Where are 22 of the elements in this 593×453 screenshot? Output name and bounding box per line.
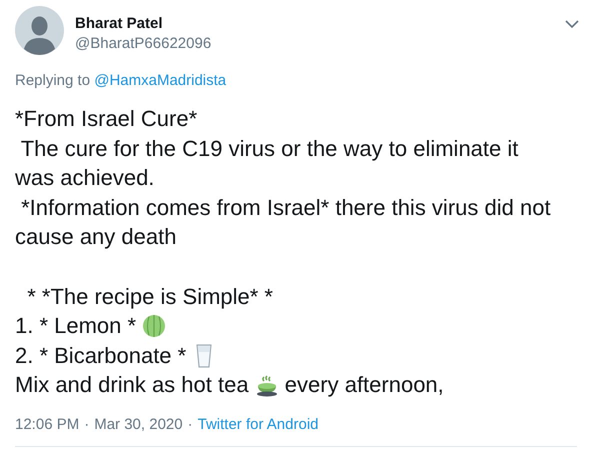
tweet-date[interactable]: Mar 30, 2020 — [94, 416, 183, 433]
tweet-text-line: *From Israel Cure* — [15, 105, 198, 133]
mention-link[interactable]: @HamxaMadridista — [94, 72, 226, 89]
replying-to-text: Replying to @HamxaMadridista — [15, 71, 228, 91]
tea-cup-icon — [254, 373, 279, 398]
tweet-text-line: Mix and drink as hot tea — [15, 371, 250, 400]
tweet-text-line: 1. * Lemon * — [15, 312, 138, 340]
tweet-text-line: * *The recipe is Simple* * — [26, 282, 273, 311]
tweet-time[interactable]: 12:06 PM — [15, 416, 80, 433]
tweet-text-line: cause any death — [15, 223, 176, 252]
tweet-text-line: 2. * Bicarbonate * — [15, 342, 188, 370]
tweet-text-line: every afternoon, — [284, 371, 444, 400]
avatar-icon[interactable] — [15, 6, 64, 55]
tweet-text-line: The cure for the C19 virus or the way to eliminate it — [20, 134, 518, 163]
separator-dot: · — [188, 416, 193, 433]
melon-icon — [142, 314, 166, 338]
tweet-text-line: was achieved. — [15, 164, 154, 192]
tweet-text-line: *Information comes from Israel* there this virus did not — [20, 194, 551, 222]
author-name[interactable]: Bharat Patel — [75, 14, 553, 34]
author-handle[interactable]: @BharatP66622096 — [75, 34, 553, 54]
source-link[interactable]: Twitter for Android — [198, 416, 318, 433]
separator-dot: · — [84, 416, 90, 433]
